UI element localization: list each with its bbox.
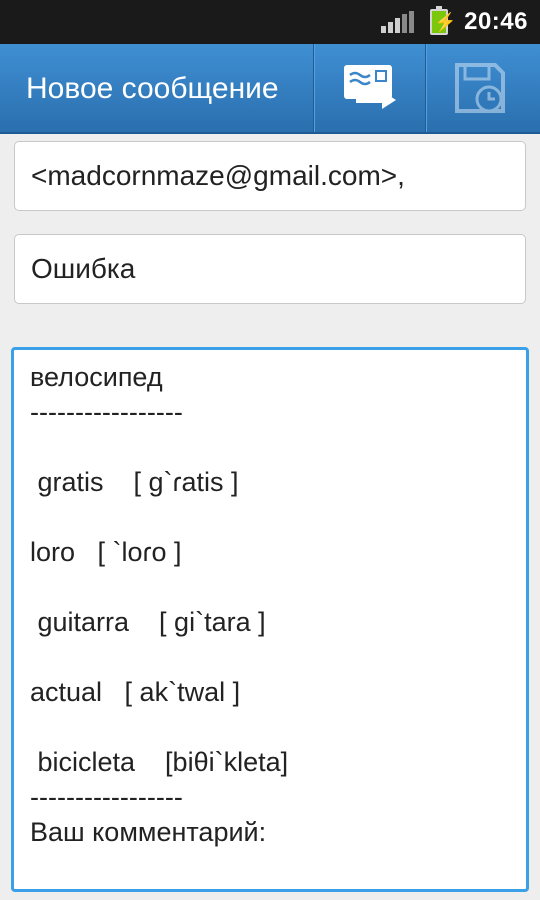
body-line: actual [ ak`twal ] bbox=[30, 677, 241, 707]
status-bar: ⚡ 20:46 bbox=[0, 0, 540, 44]
screen-title: Новое сообщение bbox=[26, 72, 279, 105]
send-message-icon bbox=[344, 65, 396, 109]
body-line bbox=[30, 500, 510, 535]
message-body-field[interactable]: велосипед ----------------- gratis [ g`ɾ… bbox=[11, 347, 529, 892]
subject-field[interactable]: Ошибка bbox=[14, 234, 526, 304]
body-line bbox=[30, 640, 510, 675]
save-draft-button[interactable] bbox=[426, 44, 537, 132]
to-field[interactable]: <madcornmaze@gmail.com>, bbox=[14, 141, 526, 211]
body-line: ----------------- bbox=[30, 782, 183, 812]
body-line: велосипед bbox=[30, 362, 163, 392]
body-line: Ваш комментарий: bbox=[30, 817, 267, 847]
body-line: bicicleta [biθi`kleta] bbox=[30, 747, 289, 777]
save-draft-icon bbox=[455, 63, 505, 113]
body-line bbox=[30, 430, 510, 465]
body-line: guitarra [ gi`tara ] bbox=[30, 607, 266, 637]
to-recipient: <madcornmaze@gmail.com>, bbox=[31, 160, 405, 191]
send-button[interactable] bbox=[314, 44, 425, 132]
status-time: 20:46 bbox=[464, 8, 528, 35]
subject-text: Ошибка bbox=[31, 253, 136, 284]
signal-bars-icon bbox=[381, 11, 415, 33]
body-line: ----------------- bbox=[30, 397, 183, 427]
body-line bbox=[30, 570, 510, 605]
battery-charging-icon: ⚡ bbox=[430, 6, 457, 35]
body-line: loro [ `loɾo ] bbox=[30, 537, 182, 567]
body-line: gratis [ g`ɾatis ] bbox=[30, 467, 239, 497]
action-bar: Новое сообщение bbox=[0, 44, 540, 134]
body-line bbox=[30, 710, 510, 745]
